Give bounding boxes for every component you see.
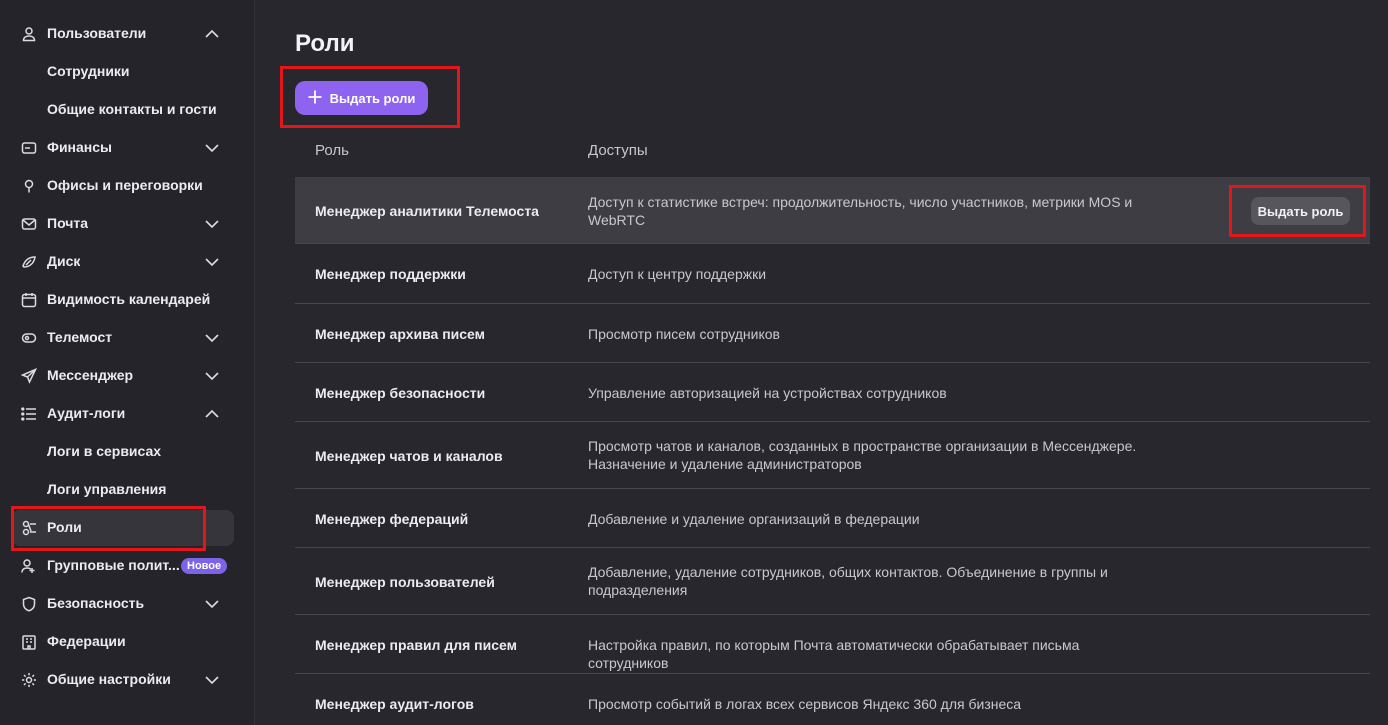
sidebar-item-label: Пользователи <box>47 25 147 41</box>
sidebar-item-service-logs[interactable]: Логи в сервисах <box>12 434 234 470</box>
calendar-icon <box>20 292 38 308</box>
role-name: Менеджер аудит-логов <box>315 696 474 712</box>
grant-roles-button[interactable]: Выдать роли <box>295 81 428 115</box>
table-row[interactable]: Менеджер правил для писем Настройка прав… <box>295 615 1370 674</box>
role-name: Менеджер федераций <box>315 511 469 527</box>
sidebar-item-messenger[interactable]: Мессенджер <box>12 358 234 394</box>
sidebar-item-admin-logs[interactable]: Логи управления <box>12 472 234 508</box>
chevron-down-icon[interactable] <box>204 597 220 611</box>
sidebar-item-roles[interactable]: Роли <box>12 510 234 546</box>
new-badge: Новое <box>181 558 228 574</box>
sidebar-item-label: Мессенджер <box>47 367 134 383</box>
role-access: Управление авторизацией на устройствах с… <box>588 385 947 401</box>
gear-icon <box>20 672 38 688</box>
role-access: Доступ к статистике встреч: продолжитель… <box>588 194 1133 228</box>
sidebar-item-label: Безопасность <box>47 595 145 611</box>
sidebar-item-finance[interactable]: Финансы <box>12 130 234 166</box>
send-icon <box>20 368 38 384</box>
shield-icon <box>20 596 38 612</box>
plus-icon <box>308 90 322 107</box>
sidebar-item-label: Логи управления <box>47 481 167 497</box>
table-row[interactable]: Менеджер поддержки Доступ к центру подде… <box>295 244 1370 304</box>
sidebar-item-label: Телемост <box>47 329 113 345</box>
role-access: Просмотр писем сотрудников <box>588 326 780 342</box>
role-access: Настройка правил, по которым Почта автом… <box>588 637 1080 671</box>
column-header-access: Доступы <box>588 142 648 159</box>
sidebar-item-offices[interactable]: Офисы и переговорки <box>12 168 234 204</box>
table-row[interactable]: Менеджер федераций Добавление и удаление… <box>295 489 1370 548</box>
user-icon <box>20 26 38 42</box>
column-header-role: Роль <box>315 142 349 159</box>
table-row[interactable]: Менеджер пользователей Добавление, удале… <box>295 548 1370 615</box>
sidebar-item-label: Роли <box>47 519 82 535</box>
table-row[interactable]: Менеджер аналитики Телемоста Доступ к ст… <box>295 177 1370 244</box>
roles-icon <box>20 520 38 536</box>
sidebar-item-label: Федерации <box>47 633 126 649</box>
role-access: Добавление и удаление организаций в феде… <box>588 511 920 527</box>
sidebar-item-label: Общие настройки <box>47 671 171 687</box>
role-name: Менеджер аналитики Телемоста <box>315 203 539 219</box>
chevron-down-icon[interactable] <box>204 217 220 231</box>
sidebar-item-label: Групповые полит... <box>47 557 180 573</box>
role-access: Доступ к центру поддержки <box>588 266 767 282</box>
table-row[interactable]: Менеджер чатов и каналов Просмотр чатов … <box>295 422 1370 489</box>
disk-icon <box>20 254 38 270</box>
sidebar-item-label: Логи в сервисах <box>47 443 162 459</box>
role-name: Менеджер чатов и каналов <box>315 448 503 464</box>
federation-icon <box>20 634 38 650</box>
page-title: Роли <box>295 30 355 57</box>
table-row[interactable]: Менеджер безопасности Управление авториз… <box>295 363 1370 422</box>
chevron-down-icon[interactable] <box>204 255 220 269</box>
sidebar-item-label: Финансы <box>47 139 112 155</box>
sidebar-item-group-policies[interactable]: Групповые полит... Новое <box>12 548 234 584</box>
sidebar-item-mail[interactable]: Почта <box>12 206 234 242</box>
role-access: Добавление, удаление сотрудников, общих … <box>588 564 1108 598</box>
chevron-down-icon[interactable] <box>204 369 220 383</box>
sidebar-item-label: Видимость календарей <box>47 291 211 307</box>
sidebar-item-disk[interactable]: Диск <box>12 244 234 280</box>
role-name: Менеджер правил для писем <box>315 637 517 653</box>
grant-role-button[interactable]: Выдать роль <box>1251 197 1350 225</box>
mail-icon <box>20 216 38 232</box>
chevron-up-icon[interactable] <box>204 27 220 41</box>
sidebar-item-label: Диск <box>47 253 81 269</box>
grant-roles-label: Выдать роли <box>329 90 416 106</box>
sidebar-item-label: Почта <box>47 215 89 231</box>
role-access: Просмотр событий в логах всех сервисов Я… <box>588 696 1022 712</box>
sidebar-item-contacts-guests[interactable]: Общие контакты и гости <box>12 92 234 128</box>
table-row[interactable]: Менеджер аудит-логов Просмотр событий в … <box>295 674 1370 725</box>
role-name: Менеджер безопасности <box>315 385 486 401</box>
sidebar-item-general-settings[interactable]: Общие настройки <box>12 662 234 698</box>
sidebar-item-label: Офисы и переговорки <box>47 177 203 193</box>
list-icon <box>20 406 38 422</box>
sidebar-item-employees[interactable]: Сотрудники <box>12 54 234 90</box>
role-name: Менеджер пользователей <box>315 574 495 590</box>
role-name: Менеджер архива писем <box>315 326 485 342</box>
sidebar-item-telemost[interactable]: Телемост <box>12 320 234 356</box>
role-access: Просмотр чатов и каналов, созданных в пр… <box>588 438 1137 472</box>
wallet-icon <box>20 140 38 156</box>
sidebar-item-label: Аудит-логи <box>47 405 126 421</box>
sidebar-item-federations[interactable]: Федерации <box>12 624 234 660</box>
telemost-icon <box>20 330 38 346</box>
role-name: Менеджер поддержки <box>315 266 466 282</box>
sidebar-item-label: Сотрудники <box>47 63 130 79</box>
chevron-down-icon[interactable] <box>204 141 220 155</box>
sidebar-item-label: Общие контакты и гости <box>47 101 217 117</box>
sidebar-item-calendar-visibility[interactable]: Видимость календарей <box>12 282 234 318</box>
sidebar: Пользователи Сотрудники Общие контакты и… <box>0 0 255 725</box>
chevron-down-icon[interactable] <box>204 331 220 345</box>
sidebar-item-audit-logs[interactable]: Аудит-логи <box>12 396 234 432</box>
sidebar-item-users[interactable]: Пользователи <box>12 16 234 52</box>
chevron-up-icon[interactable] <box>204 407 220 421</box>
location-pin-icon <box>20 178 38 194</box>
sidebar-item-security[interactable]: Безопасность <box>12 586 234 622</box>
chevron-down-icon[interactable] <box>204 673 220 687</box>
table-row[interactable]: Менеджер архива писем Просмотр писем сот… <box>295 304 1370 363</box>
group-policy-icon <box>20 558 38 574</box>
